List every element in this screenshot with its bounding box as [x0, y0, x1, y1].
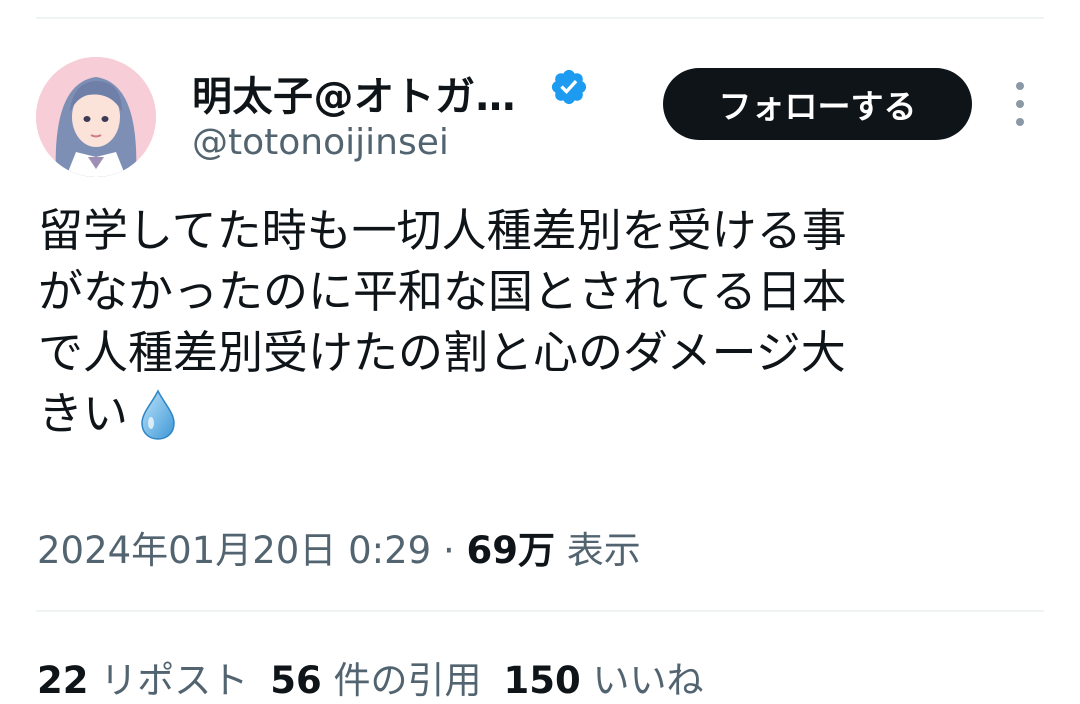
- more-dot: [1016, 100, 1024, 108]
- more-dot: [1016, 118, 1024, 126]
- verified-badge-icon: [551, 69, 587, 105]
- tweet-line: で人種差別受けたの割と心のダメージ大: [38, 326, 846, 379]
- tweet-line-last: きい: [38, 383, 1028, 444]
- avatar[interactable]: [36, 57, 156, 177]
- bottom-divider: [36, 610, 1044, 612]
- engagement-stats: 22 リポスト 56 件の引用 150 いいね: [37, 650, 704, 704]
- avatar-image: [36, 57, 156, 177]
- display-name[interactable]: 明太子@オトガ…: [192, 64, 516, 122]
- top-divider: [36, 17, 1044, 19]
- follow-button[interactable]: フォローする: [663, 68, 972, 140]
- tweet-text: 留学してた時も一切人種差別を受ける事 がなかったのに平和な国とされてる日本 で人…: [38, 200, 1028, 444]
- droplet-icon: [141, 389, 175, 440]
- meta-separator: ·: [431, 529, 467, 572]
- tweet-line: がなかったのに平和な国とされてる日本: [38, 265, 847, 318]
- user-handle[interactable]: @totonoijinsei: [192, 122, 449, 163]
- tweet-meta: 2024年01月20日 0:29 · 69万 表示: [37, 520, 641, 574]
- tweet-line: 留学してた時も一切人種差別を受ける事: [38, 204, 847, 257]
- views-count: 69万: [466, 529, 555, 572]
- tweet-line-text: きい: [38, 387, 129, 440]
- views-label: 表示: [554, 529, 641, 572]
- more-dot: [1016, 82, 1024, 90]
- timestamp[interactable]: 2024年01月20日 0:29: [37, 529, 431, 572]
- more-options-icon[interactable]: [1004, 82, 1036, 126]
